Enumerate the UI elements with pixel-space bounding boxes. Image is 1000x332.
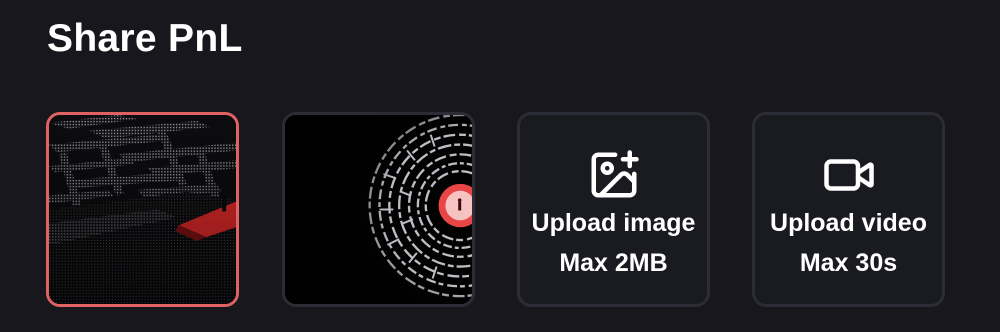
page-title: Share PnL bbox=[47, 17, 243, 60]
upload-image-label: Upload image bbox=[531, 209, 696, 237]
upload-video-content: Upload video Max 30s bbox=[755, 115, 942, 304]
background-option-maze-circular[interactable] bbox=[282, 112, 475, 307]
upload-image-button[interactable]: Upload image Max 2MB bbox=[517, 112, 710, 307]
upload-video-label: Upload video bbox=[770, 209, 927, 237]
background-option-maze-perspective[interactable] bbox=[46, 112, 239, 307]
upload-video-button[interactable]: Upload video Max 30s bbox=[752, 112, 945, 307]
video-camera-icon bbox=[823, 159, 874, 191]
upload-video-limit: Max 30s bbox=[799, 249, 898, 277]
maze-circular-image bbox=[285, 115, 472, 304]
share-pnl-panel: Share PnL Upload image Max 2MB Upload vi… bbox=[0, 0, 1000, 332]
upload-image-content: Upload image Max 2MB bbox=[520, 115, 707, 304]
maze-perspective-image bbox=[49, 115, 236, 304]
upload-image-limit: Max 2MB bbox=[559, 249, 668, 277]
image-plus-icon bbox=[591, 150, 639, 198]
